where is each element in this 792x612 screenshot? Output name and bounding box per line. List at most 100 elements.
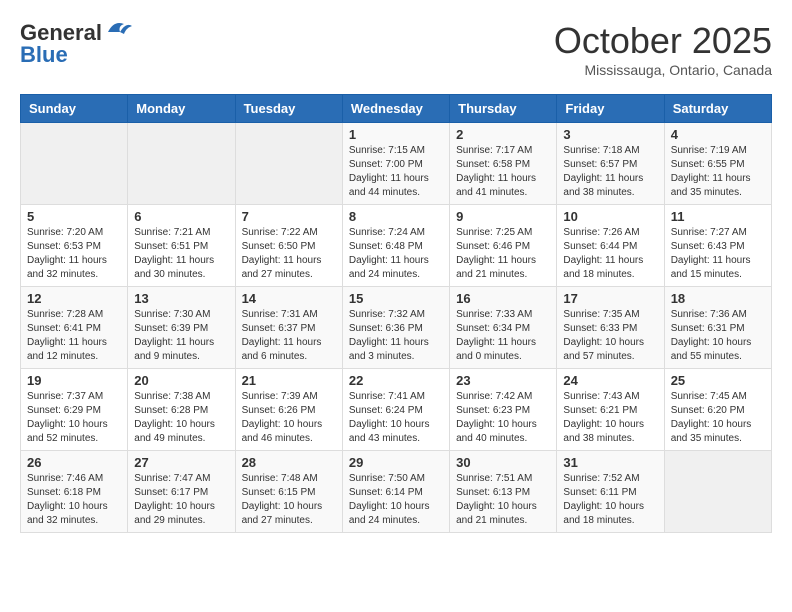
day-info: Sunrise: 7:21 AM Sunset: 6:51 PM Dayligh…: [134, 226, 228, 282]
calendar-cell: 6 Sunrise: 7:21 AM Sunset: 6:51 PM Daylig…: [128, 205, 235, 287]
month-title: October 2025: [554, 20, 772, 62]
day-info: Sunrise: 7:46 AM Sunset: 6:18 PM Dayligh…: [27, 472, 121, 528]
calendar-week-row: 19 Sunrise: 7:37 AM Sunset: 6:29 PM Dayli…: [21, 369, 772, 451]
day-info: Sunrise: 7:36 AM Sunset: 6:31 PM Dayligh…: [671, 308, 765, 364]
day-info: Sunrise: 7:26 AM Sunset: 6:44 PM Dayligh…: [563, 226, 657, 282]
day-number: 26: [27, 455, 121, 470]
day-info: Sunrise: 7:47 AM Sunset: 6:17 PM Dayligh…: [134, 472, 228, 528]
day-number: 13: [134, 291, 228, 306]
day-number: 31: [563, 455, 657, 470]
calendar-cell: 16 Sunrise: 7:33 AM Sunset: 6:34 PM Dayli…: [450, 287, 557, 369]
day-info: Sunrise: 7:25 AM Sunset: 6:46 PM Dayligh…: [456, 226, 550, 282]
day-number: 21: [242, 373, 336, 388]
calendar-cell: 22 Sunrise: 7:41 AM Sunset: 6:24 PM Dayli…: [342, 369, 449, 451]
day-info: Sunrise: 7:50 AM Sunset: 6:14 PM Dayligh…: [349, 472, 443, 528]
day-info: Sunrise: 7:28 AM Sunset: 6:41 PM Dayligh…: [27, 308, 121, 364]
day-info: Sunrise: 7:30 AM Sunset: 6:39 PM Dayligh…: [134, 308, 228, 364]
day-number: 30: [456, 455, 550, 470]
day-number: 9: [456, 209, 550, 224]
calendar-cell: 14 Sunrise: 7:31 AM Sunset: 6:37 PM Dayli…: [235, 287, 342, 369]
calendar-cell: [664, 451, 771, 533]
day-number: 3: [563, 127, 657, 142]
calendar-cell: 23 Sunrise: 7:42 AM Sunset: 6:23 PM Dayli…: [450, 369, 557, 451]
day-number: 28: [242, 455, 336, 470]
day-info: Sunrise: 7:48 AM Sunset: 6:15 PM Dayligh…: [242, 472, 336, 528]
calendar-cell: 20Sunrise: 7:38 AM Sunset: 6:28 PM Dayli…: [128, 369, 235, 451]
day-number: 17: [563, 291, 657, 306]
day-info: Sunrise: 7:27 AM Sunset: 6:43 PM Dayligh…: [671, 226, 765, 282]
day-number: 5: [27, 209, 121, 224]
calendar-cell: 1 Sunrise: 7:15 AM Sunset: 7:00 PM Daylig…: [342, 123, 449, 205]
calendar-cell: 30 Sunrise: 7:51 AM Sunset: 6:13 PM Dayli…: [450, 451, 557, 533]
day-of-week-header: Thursday: [450, 95, 557, 123]
day-number: 15: [349, 291, 443, 306]
calendar-cell: 21Sunrise: 7:39 AM Sunset: 6:26 PM Dayli…: [235, 369, 342, 451]
day-number: 14: [242, 291, 336, 306]
day-info: Sunrise: 7:51 AM Sunset: 6:13 PM Dayligh…: [456, 472, 550, 528]
page-header: General Blue October 2025 Mississauga, O…: [20, 20, 772, 78]
calendar-cell: 12 Sunrise: 7:28 AM Sunset: 6:41 PM Dayli…: [21, 287, 128, 369]
day-number: 2: [456, 127, 550, 142]
logo: General Blue: [20, 20, 132, 68]
day-info: Sunrise: 7:18 AM Sunset: 6:57 PM Dayligh…: [563, 144, 657, 200]
day-number: 12: [27, 291, 121, 306]
day-number: 6: [134, 209, 228, 224]
day-info: Sunrise: 7:42 AM Sunset: 6:23 PM Dayligh…: [456, 390, 550, 446]
calendar-cell: 9 Sunrise: 7:25 AM Sunset: 6:46 PM Daylig…: [450, 205, 557, 287]
calendar-cell: 24Sunrise: 7:43 AM Sunset: 6:21 PM Dayli…: [557, 369, 664, 451]
day-info: Sunrise: 7:41 AM Sunset: 6:24 PM Dayligh…: [349, 390, 443, 446]
calendar-header-row: SundayMondayTuesdayWednesdayThursdayFrid…: [21, 95, 772, 123]
calendar-cell: [21, 123, 128, 205]
day-number: 29: [349, 455, 443, 470]
calendar-cell: 2 Sunrise: 7:17 AM Sunset: 6:58 PM Daylig…: [450, 123, 557, 205]
day-info: Sunrise: 7:22 AM Sunset: 6:50 PM Dayligh…: [242, 226, 336, 282]
day-number: 20: [134, 373, 228, 388]
day-info: Sunrise: 7:33 AM Sunset: 6:34 PM Dayligh…: [456, 308, 550, 364]
calendar-cell: 25 Sunrise: 7:45 AM Sunset: 6:20 PM Dayli…: [664, 369, 771, 451]
calendar-cell: 26 Sunrise: 7:46 AM Sunset: 6:18 PM Dayli…: [21, 451, 128, 533]
calendar-cell: 27Sunrise: 7:47 AM Sunset: 6:17 PM Dayli…: [128, 451, 235, 533]
day-number: 7: [242, 209, 336, 224]
calendar-cell: 31Sunrise: 7:52 AM Sunset: 6:11 PM Dayli…: [557, 451, 664, 533]
day-number: 8: [349, 209, 443, 224]
calendar-week-row: 1 Sunrise: 7:15 AM Sunset: 7:00 PM Daylig…: [21, 123, 772, 205]
day-of-week-header: Monday: [128, 95, 235, 123]
logo-blue: Blue: [20, 42, 68, 68]
day-number: 11: [671, 209, 765, 224]
day-info: Sunrise: 7:43 AM Sunset: 6:21 PM Dayligh…: [563, 390, 657, 446]
day-info: Sunrise: 7:15 AM Sunset: 7:00 PM Dayligh…: [349, 144, 443, 200]
day-number: 10: [563, 209, 657, 224]
day-info: Sunrise: 7:37 AM Sunset: 6:29 PM Dayligh…: [27, 390, 121, 446]
day-info: Sunrise: 7:17 AM Sunset: 6:58 PM Dayligh…: [456, 144, 550, 200]
day-number: 4: [671, 127, 765, 142]
calendar-cell: 29 Sunrise: 7:50 AM Sunset: 6:14 PM Dayli…: [342, 451, 449, 533]
day-info: Sunrise: 7:31 AM Sunset: 6:37 PM Dayligh…: [242, 308, 336, 364]
day-info: Sunrise: 7:19 AM Sunset: 6:55 PM Dayligh…: [671, 144, 765, 200]
day-number: 22: [349, 373, 443, 388]
title-section: October 2025 Mississauga, Ontario, Canad…: [554, 20, 772, 78]
day-of-week-header: Saturday: [664, 95, 771, 123]
calendar-cell: 18 Sunrise: 7:36 AM Sunset: 6:31 PM Dayli…: [664, 287, 771, 369]
day-info: Sunrise: 7:45 AM Sunset: 6:20 PM Dayligh…: [671, 390, 765, 446]
day-number: 1: [349, 127, 443, 142]
day-number: 23: [456, 373, 550, 388]
calendar-cell: 13 Sunrise: 7:30 AM Sunset: 6:39 PM Dayli…: [128, 287, 235, 369]
day-info: Sunrise: 7:24 AM Sunset: 6:48 PM Dayligh…: [349, 226, 443, 282]
day-number: 25: [671, 373, 765, 388]
calendar-cell: 4 Sunrise: 7:19 AM Sunset: 6:55 PM Daylig…: [664, 123, 771, 205]
day-number: 19: [27, 373, 121, 388]
calendar-cell: [128, 123, 235, 205]
calendar-cell: 3 Sunrise: 7:18 AM Sunset: 6:57 PM Daylig…: [557, 123, 664, 205]
day-number: 18: [671, 291, 765, 306]
calendar-cell: 8 Sunrise: 7:24 AM Sunset: 6:48 PM Daylig…: [342, 205, 449, 287]
calendar-week-row: 12 Sunrise: 7:28 AM Sunset: 6:41 PM Dayli…: [21, 287, 772, 369]
day-of-week-header: Tuesday: [235, 95, 342, 123]
day-of-week-header: Wednesday: [342, 95, 449, 123]
day-info: Sunrise: 7:32 AM Sunset: 6:36 PM Dayligh…: [349, 308, 443, 364]
location: Mississauga, Ontario, Canada: [554, 62, 772, 78]
calendar-cell: 17Sunrise: 7:35 AM Sunset: 6:33 PM Dayli…: [557, 287, 664, 369]
calendar-cell: 5Sunrise: 7:20 AM Sunset: 6:53 PM Daylig…: [21, 205, 128, 287]
day-of-week-header: Sunday: [21, 95, 128, 123]
calendar-cell: 15 Sunrise: 7:32 AM Sunset: 6:36 PM Dayli…: [342, 287, 449, 369]
day-number: 16: [456, 291, 550, 306]
